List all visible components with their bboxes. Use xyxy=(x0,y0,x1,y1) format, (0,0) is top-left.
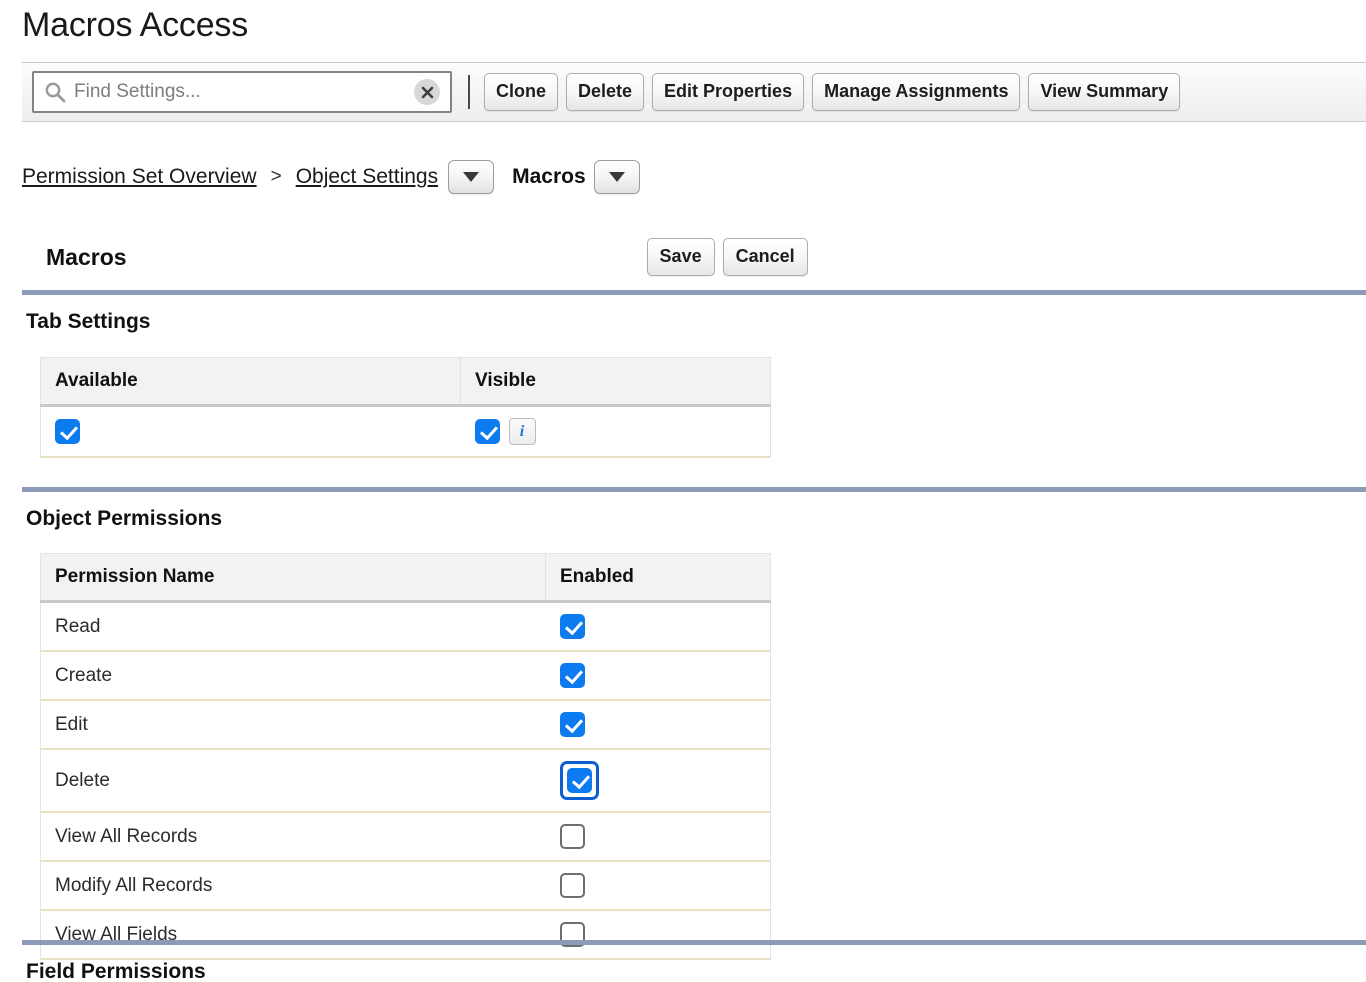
clone-button[interactable]: Clone xyxy=(484,73,559,111)
find-settings-search[interactable] xyxy=(32,71,452,113)
permission-name-cell: Create xyxy=(40,651,546,701)
enabled-checkbox[interactable] xyxy=(559,824,585,849)
visible-checkbox[interactable] xyxy=(474,419,500,444)
column-header-visible: Visible xyxy=(460,357,771,407)
chevron-down-icon xyxy=(608,172,625,182)
enabled-cell xyxy=(545,861,771,911)
permission-name-cell: Edit xyxy=(40,700,546,750)
permission-name-cell: Read xyxy=(40,601,546,652)
section-actions: Save Cancel xyxy=(646,238,808,276)
enabled-cell xyxy=(545,651,771,701)
table-row: Delete xyxy=(40,749,771,813)
available-checkbox[interactable] xyxy=(55,419,80,444)
table-row: Modify All Records xyxy=(40,861,771,911)
save-button[interactable]: Save xyxy=(646,238,715,276)
enabled-checkbox[interactable] xyxy=(559,712,585,737)
delete-button[interactable]: Delete xyxy=(566,73,645,111)
page-header: Permission Set Macros Access xyxy=(22,0,248,45)
toolbar-divider xyxy=(468,75,470,109)
edit-properties-button[interactable]: Edit Properties xyxy=(652,73,805,111)
chevron-down-icon xyxy=(463,172,480,182)
breadcrumb-current-macros: Macros xyxy=(512,165,586,188)
enabled-cell xyxy=(545,910,771,960)
enabled-checkbox[interactable] xyxy=(566,768,592,793)
object-settings-chevron-down-icon[interactable] xyxy=(448,160,495,194)
object-permissions-table: Permission Name Enabled Read Create Edit De… xyxy=(40,553,771,960)
enabled-checkbox[interactable] xyxy=(559,663,585,688)
view-summary-button[interactable]: View Summary xyxy=(1028,73,1181,111)
tab-settings-table: Available Visible i xyxy=(40,357,771,458)
table-row: Edit xyxy=(40,700,771,750)
table-header-row: Available Visible xyxy=(40,357,771,407)
column-header-enabled: Enabled xyxy=(545,553,771,603)
column-header-permission-name: Permission Name xyxy=(40,553,546,603)
macros-chevron-down-icon[interactable] xyxy=(593,160,640,194)
cell-available xyxy=(40,405,461,458)
macros-section-header: Macros Save Cancel xyxy=(22,238,1366,276)
divider-rule-middle xyxy=(22,487,1366,492)
page-title: Macros Access xyxy=(22,6,249,44)
breadcrumb-permission-set-overview[interactable]: Permission Set Overview xyxy=(22,165,257,189)
table-row: Read xyxy=(40,601,771,652)
table-row: View All Fields xyxy=(40,910,771,960)
permission-name-cell: Delete xyxy=(40,749,546,813)
enabled-cell xyxy=(545,749,771,813)
search-input[interactable] xyxy=(68,81,414,103)
permission-name-cell: Modify All Records xyxy=(40,861,546,911)
breadcrumb-object-settings[interactable]: Object Settings xyxy=(296,165,438,189)
table-row: View All Records xyxy=(40,812,771,862)
breadcrumb-separator: > xyxy=(270,166,282,187)
column-header-available: Available xyxy=(40,357,461,407)
object-permissions-body: Read Create Edit Delete View All Records Modi… xyxy=(40,601,771,960)
table-row: Create xyxy=(40,651,771,701)
section-title-tab-settings: Tab Settings xyxy=(26,310,151,333)
table-header-row: Permission Name Enabled xyxy=(40,553,771,603)
focused-checkbox-wrapper[interactable] xyxy=(559,761,599,800)
section-title-macros: Macros xyxy=(46,243,127,270)
search-icon xyxy=(42,79,68,105)
enabled-cell xyxy=(545,812,771,862)
enabled-cell xyxy=(545,700,771,750)
table-row: i xyxy=(40,405,771,458)
section-title-field-permissions: Field Permissions xyxy=(26,960,206,982)
enabled-checkbox[interactable] xyxy=(559,614,585,639)
info-icon[interactable]: i xyxy=(508,418,536,445)
clear-search-icon[interactable] xyxy=(414,79,440,105)
divider-rule-bottom xyxy=(22,940,1366,945)
manage-assignments-button[interactable]: Manage Assignments xyxy=(812,73,1021,111)
breadcrumb: Permission Set Overview > Object Setting… xyxy=(22,160,640,194)
enabled-checkbox[interactable] xyxy=(559,873,585,898)
permission-name-cell: View All Records xyxy=(40,812,546,862)
section-title-object-permissions: Object Permissions xyxy=(26,507,223,530)
permission-name-cell: View All Fields xyxy=(40,910,546,960)
enabled-cell xyxy=(545,601,771,652)
permission-set-page: Permission Set Macros Access Clone Delet… xyxy=(0,0,1366,982)
divider-rule-top xyxy=(22,290,1366,295)
cell-visible: i xyxy=(460,405,771,458)
cancel-button[interactable]: Cancel xyxy=(722,238,808,276)
toolbar: Clone Delete Edit Properties Manage Assi… xyxy=(22,62,1366,122)
